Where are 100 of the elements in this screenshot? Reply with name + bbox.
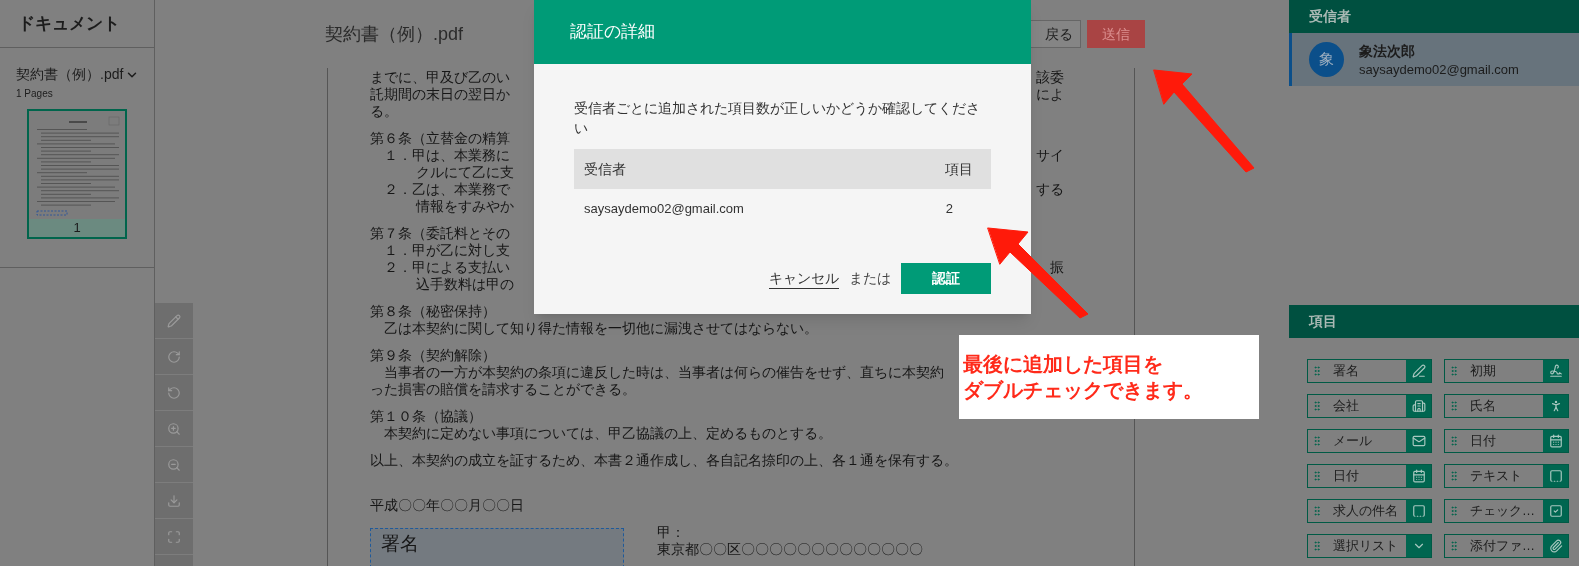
field-item[interactable]: メール — [1307, 429, 1432, 453]
or-text: または — [849, 269, 891, 288]
document-text: 本契約に定めない事項については、甲乙協議の上、定めるものとする。 — [384, 425, 832, 442]
document-text: クルにて乙に支 — [416, 164, 514, 181]
field-label: 日付 — [1469, 432, 1497, 450]
rotate-counterclockwise-icon[interactable] — [167, 385, 181, 400]
field-item[interactable]: 会社 — [1307, 394, 1432, 418]
address-text: 東京都〇〇区〇〇〇〇〇〇〇〇〇〇〇〇〇 — [657, 541, 923, 558]
signature-field[interactable]: 署名 — [370, 528, 624, 566]
document-text: 第８条（秘密保持） — [370, 303, 496, 320]
document-title: 契約書（例）.pdf — [325, 22, 464, 46]
document-text: った損害の賠償を請求することができる。 — [370, 381, 636, 398]
panel-title: 項目 — [1309, 312, 1337, 331]
fullscreen-icon[interactable] — [167, 529, 181, 544]
document-text: する — [1036, 181, 1064, 198]
calendar-icon — [1548, 434, 1563, 448]
document-text: ２．乙は、本業務で — [384, 181, 510, 198]
avatar: 象 — [1309, 42, 1344, 77]
drag-handle-icon[interactable] — [1448, 400, 1460, 412]
document-text: １．甲が乙に対し支 — [384, 242, 510, 259]
party-label: 甲： — [657, 524, 686, 541]
field-item[interactable]: チェック… — [1444, 499, 1569, 523]
drag-handle-icon[interactable] — [1311, 435, 1323, 447]
drag-handle-icon[interactable] — [1311, 540, 1323, 552]
page-number: 1 — [29, 219, 125, 237]
document-text: ２．甲による支払い — [384, 259, 510, 276]
cancel-link[interactable]: キャンセル — [769, 268, 839, 289]
drag-handle-icon[interactable] — [1448, 365, 1460, 377]
panel-title: 受信者 — [1309, 7, 1351, 26]
recipient-email: saysaydemo02@gmail.com — [1359, 60, 1519, 79]
text-box-icon — [1548, 469, 1563, 483]
signature-icon — [1548, 364, 1563, 378]
document-text: 込手数料は甲の — [416, 276, 514, 293]
field-label: 添付ファ… — [1469, 537, 1536, 555]
document-text: 第９条（契約解除） — [370, 347, 496, 364]
checkbox-icon — [1548, 504, 1563, 518]
field-label: チェック… — [1469, 502, 1536, 520]
field-item[interactable]: 選択リスト — [1307, 534, 1432, 558]
field-item[interactable]: 日付 — [1307, 464, 1432, 488]
field-label: 氏名 — [1469, 397, 1497, 415]
drag-handle-icon[interactable] — [1311, 400, 1323, 412]
document-text: 第６条（立替金の精算 — [370, 130, 510, 147]
field-item[interactable]: 初期 — [1444, 359, 1569, 383]
document-text: 該委 — [1036, 69, 1064, 86]
drag-handle-icon[interactable] — [1448, 505, 1460, 517]
field-label: 求人の件名 — [1332, 502, 1399, 520]
pen-icon — [1411, 364, 1426, 378]
document-text: 第１０条（協議） — [370, 408, 482, 425]
field-item[interactable]: 署名 — [1307, 359, 1432, 383]
field-item[interactable]: テキスト — [1444, 464, 1569, 488]
column-header: 受信者 — [584, 159, 626, 179]
column-header: 項目 — [945, 159, 974, 179]
dialog-message: 受信者ごとに追加された項目数が正しいかどうか確認してください — [574, 99, 981, 138]
paperclip-icon — [1548, 539, 1563, 553]
pencil-icon[interactable] — [167, 313, 181, 328]
field-label: 会社 — [1332, 397, 1360, 415]
drag-handle-icon[interactable] — [1311, 470, 1323, 482]
zoom-in-icon[interactable] — [167, 421, 181, 436]
field-label: 署名 — [1332, 362, 1360, 380]
document-text: 平成〇〇年〇〇月〇〇日 — [370, 497, 524, 514]
drag-handle-icon[interactable] — [1311, 505, 1323, 517]
document-text: 以上、本契約の成立を証するため、本書２通作成し、各自記名捺印の上、各１通を保有する。 — [370, 452, 958, 469]
table-cell-text: saysaydemo02@gmail.com — [584, 200, 744, 219]
field-label: 日付 — [1332, 467, 1360, 485]
document-text: によ — [1036, 86, 1064, 103]
document-text: 当事者の一方が本契約の条項に違反した時は、当事者は何らの催告をせず、直ちに本契約 — [384, 364, 944, 381]
document-text: 託期間の末日の翌日か — [370, 86, 510, 103]
zoom-out-icon[interactable] — [167, 457, 181, 472]
envelope-icon — [1411, 434, 1426, 448]
document-text: １．甲は、本業務に — [384, 147, 510, 164]
annotation-text: 最後に追加した項目を ダブルチェックできます。 — [963, 352, 1203, 403]
field-label: 選択リスト — [1332, 537, 1399, 555]
document-text: までに、甲及び乙のい — [370, 69, 510, 86]
dialog-title: 認証の詳細 — [570, 21, 655, 44]
text-box-icon — [1411, 504, 1426, 518]
document-text: 振 — [1050, 259, 1064, 276]
drag-handle-icon[interactable] — [1448, 435, 1460, 447]
page-thumbnail[interactable]: 1 — [27, 109, 127, 239]
document-text: る。 — [370, 103, 398, 120]
field-item[interactable]: 求人の件名 — [1307, 499, 1432, 523]
calendar-icon — [1411, 469, 1426, 483]
building-icon — [1411, 399, 1426, 413]
field-label: 初期 — [1469, 362, 1497, 380]
field-item[interactable]: 氏名 — [1444, 394, 1569, 418]
drag-handle-icon[interactable] — [1448, 470, 1460, 482]
document-name[interactable]: 契約書（例）.pdf — [16, 64, 124, 85]
field-item[interactable]: 添付ファ… — [1444, 534, 1569, 558]
field-label: メール — [1332, 432, 1373, 450]
recipient-card[interactable]: 象 象法次郎 saysaydemo02@gmail.com — [1289, 33, 1579, 86]
table-cell-text: 2 — [945, 200, 954, 219]
download-icon[interactable] — [167, 493, 181, 508]
rotate-clockwise-icon[interactable] — [167, 349, 181, 364]
recipient-name: 象法次郎 — [1359, 41, 1416, 61]
sidebar-title: ドキュメント — [18, 12, 120, 35]
send-button[interactable]: 送信 — [1087, 20, 1145, 48]
drag-handle-icon[interactable] — [1311, 365, 1323, 377]
drag-handle-icon[interactable] — [1448, 540, 1460, 552]
page-count: 1 Pages — [16, 87, 54, 101]
field-item[interactable]: 日付 — [1444, 429, 1569, 453]
confirm-button[interactable]: 認証 — [901, 263, 991, 294]
